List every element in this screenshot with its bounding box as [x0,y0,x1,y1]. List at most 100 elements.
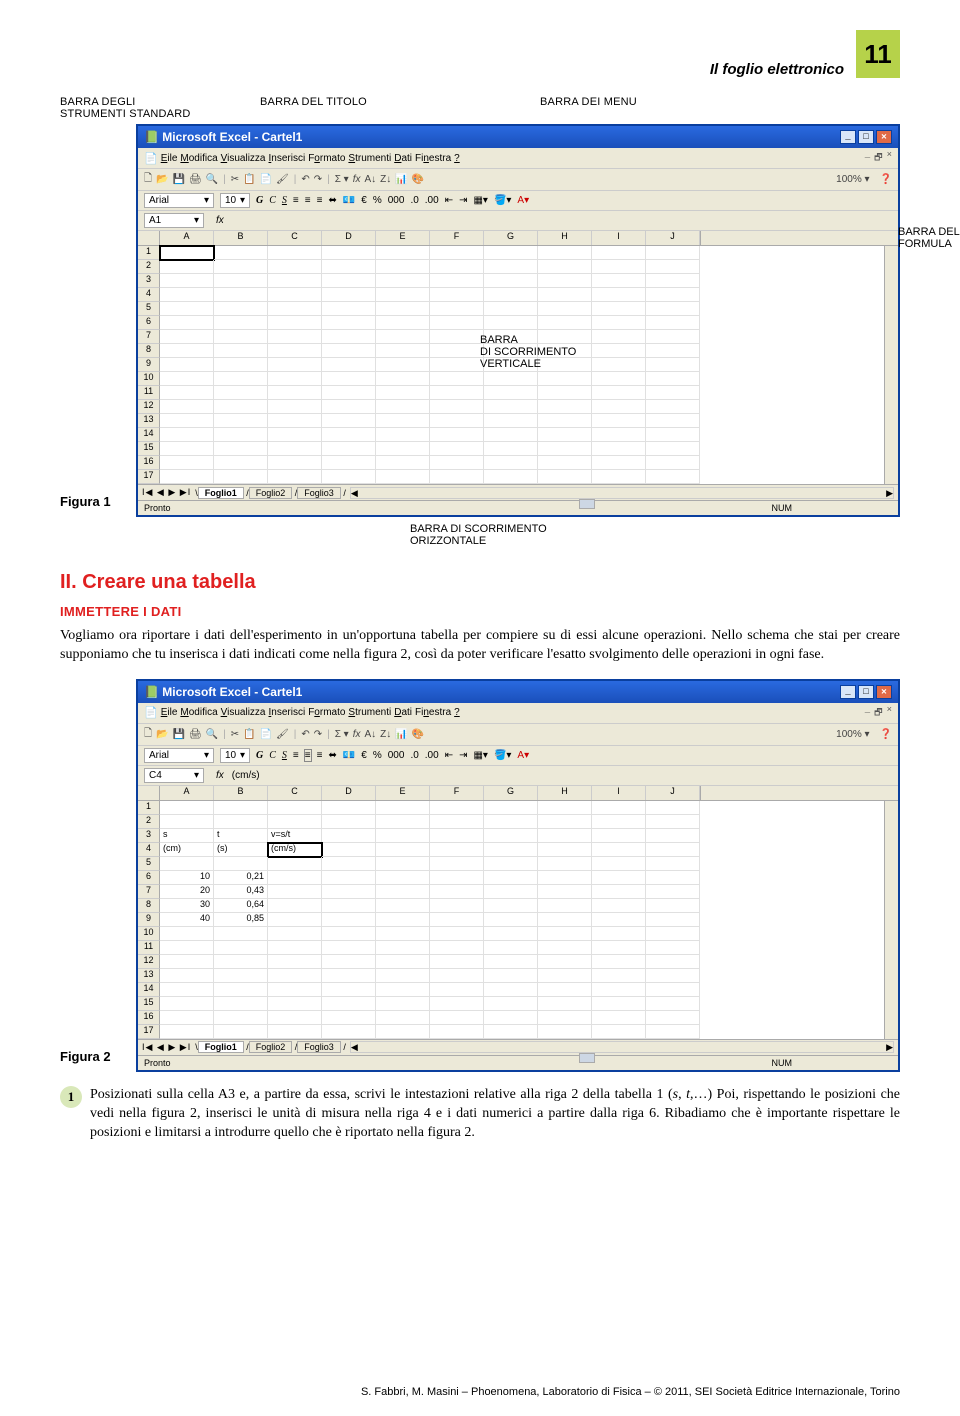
fill-color-icon[interactable]: 🪣▾ [494,195,511,206]
chart-icon[interactable]: 📊 [395,174,407,185]
vertical-scrollbar-2[interactable] [884,801,898,1039]
doc-window-controls[interactable]: _🗗× [865,150,892,166]
col-A[interactable]: A [160,231,214,245]
minimize-button-2[interactable]: _ [840,685,856,699]
font-color-icon[interactable]: A▾ [517,195,529,206]
inc-decimal-icon-2[interactable]: .0 [410,750,418,761]
row2-13[interactable]: 13 [138,969,160,983]
col2-J[interactable]: J [646,786,700,800]
currency-icon[interactable]: 💶 [343,195,355,206]
col-B[interactable]: B [214,231,268,245]
row2-9[interactable]: 9 [138,913,160,927]
euro-icon-2[interactable]: € [361,750,367,761]
cell-C4[interactable]: (cm/s) [268,843,322,857]
sheet-tab-2[interactable]: Foglio2 [249,487,293,499]
row2-14[interactable]: 14 [138,983,160,997]
merge-icon[interactable]: ⬌ [328,195,336,206]
menu2-help[interactable]: ? [454,707,460,718]
preview-icon-2[interactable]: 🔍 [206,729,218,740]
row-11[interactable]: 11 [138,386,160,400]
close-button[interactable]: ✕ [876,130,892,144]
row2-8[interactable]: 8 [138,899,160,913]
inc-indent-icon-2[interactable]: ⇥ [459,750,467,761]
italic-button-2[interactable]: C [269,750,276,761]
menu-modifica[interactable]: Modifica [180,153,217,164]
row-headers[interactable]: 1 2 3 4 5 6 7 8 9 10 11 12 13 14 15 16 1 [138,246,160,484]
zoom-combo[interactable]: 100% ▾ [836,174,869,185]
tab-nav-2[interactable]: I◀ ◀ ▶ ▶I [138,1042,195,1053]
percent-icon[interactable]: % [373,195,382,206]
dec-indent-icon-2[interactable]: ⇤ [445,750,453,761]
sort-desc-icon-2[interactable]: Z↓ [380,729,391,740]
fill-color-icon-2[interactable]: 🪣▾ [494,750,511,761]
col2-D[interactable]: D [322,786,376,800]
align-left-icon[interactable]: ≡ [293,195,299,206]
cell-B7[interactable]: 0,43 [214,885,268,899]
row-8[interactable]: 8 [138,344,160,358]
borders-icon[interactable]: ▦▾ [473,195,487,206]
cell-A6[interactable]: 10 [160,871,214,885]
close-button-2[interactable]: ✕ [876,685,892,699]
inc-indent-icon[interactable]: ⇥ [459,195,467,206]
preview-icon[interactable]: 🔍 [206,174,218,185]
row2-4[interactable]: 4 [138,843,160,857]
menu2-strumenti[interactable]: Strumenti [348,707,391,718]
align-right-icon-2[interactable]: ≡ [317,750,323,761]
help-icon-2[interactable]: ❓ [880,729,892,740]
dec-decimal-icon[interactable]: .00 [425,195,439,206]
menu2-dati[interactable]: Dati [394,707,412,718]
menu-inserisci[interactable]: Inserisci [269,153,306,164]
redo-icon[interactable]: ↷ [314,174,322,185]
row2-15[interactable]: 15 [138,997,160,1011]
row2-3[interactable]: 3 [138,829,160,843]
menu-help[interactable]: ? [454,153,460,164]
cell-C3[interactable]: v=s/t [268,829,322,843]
menu-formato[interactable]: Formato [308,153,345,164]
col-C[interactable]: C [268,231,322,245]
sum-icon-2[interactable]: Σ ▾ [335,729,349,740]
row2-6[interactable]: 6 [138,871,160,885]
row-12[interactable]: 12 [138,400,160,414]
standard-toolbar[interactable]: 🗋 📂 💾 🖨 🔍 | ✂ 📋 📄 🖌 | ↶ ↷ | Σ ▾ fx A↓ Z↓… [138,169,898,191]
menu2-inserisci[interactable]: Inserisci [269,707,306,718]
horizontal-scrollbar[interactable]: ◀▶ [350,487,894,499]
help-icon[interactable]: ❓ [880,174,892,185]
row2-10[interactable]: 10 [138,927,160,941]
formula-input-2[interactable]: (cm/s) [232,770,260,781]
horizontal-scrollbar-2[interactable]: ◀▶ [350,1041,894,1053]
col2-H[interactable]: H [538,786,592,800]
cell-A7[interactable]: 20 [160,885,214,899]
sheet-tabs-bar[interactable]: I◀ ◀ ▶ ▶I \Foglio1 /Foglio2 /Foglio3 / ◀… [138,484,898,500]
name-box-2[interactable]: C4▾ [144,768,204,783]
redo-icon-2[interactable]: ↷ [314,729,322,740]
cell-B6[interactable]: 0,21 [214,871,268,885]
row-3[interactable]: 3 [138,274,160,288]
underline-button-2[interactable]: S [282,750,287,761]
font-name-combo[interactable]: Arial▾ [144,193,214,208]
align-right-icon[interactable]: ≡ [317,195,323,206]
row-5[interactable]: 5 [138,302,160,316]
select-all-corner-2[interactable] [138,786,160,800]
col2-B[interactable]: B [214,786,268,800]
thousands-icon-2[interactable]: 000 [388,750,405,761]
italic-button[interactable]: C [269,195,276,206]
menu-strumenti[interactable]: Strumenti [348,153,391,164]
column-headers-2[interactable]: A B C D E F G H I J [138,786,898,801]
sheet-tab2-1[interactable]: Foglio1 [198,1041,244,1053]
col-G[interactable]: G [484,231,538,245]
formula-bar-2[interactable]: C4▾ fx (cm/s) [138,766,898,786]
col-D[interactable]: D [322,231,376,245]
col2-F[interactable]: F [430,786,484,800]
font-size-combo[interactable]: 10▾ [220,193,250,208]
cell-A1[interactable] [160,246,214,260]
open-icon-2[interactable]: 📂 [156,729,168,740]
tab-nav[interactable]: I◀ ◀ ▶ ▶I [138,487,195,498]
row-1[interactable]: 1 [138,246,160,260]
borders-icon-2[interactable]: ▦▾ [473,750,487,761]
format-toolbar[interactable]: Arial▾ 10▾ G C S ≡ ≡ ≡ ⬌ 💶 € % 000 .0 .0… [138,191,898,211]
menu2-visualizza[interactable]: Visualizza [221,707,266,718]
row2-1[interactable]: 1 [138,801,160,815]
window-controls-2[interactable]: _ □ ✕ [840,685,892,699]
col-F[interactable]: F [430,231,484,245]
menu2-modifica[interactable]: Modifica [180,707,217,718]
